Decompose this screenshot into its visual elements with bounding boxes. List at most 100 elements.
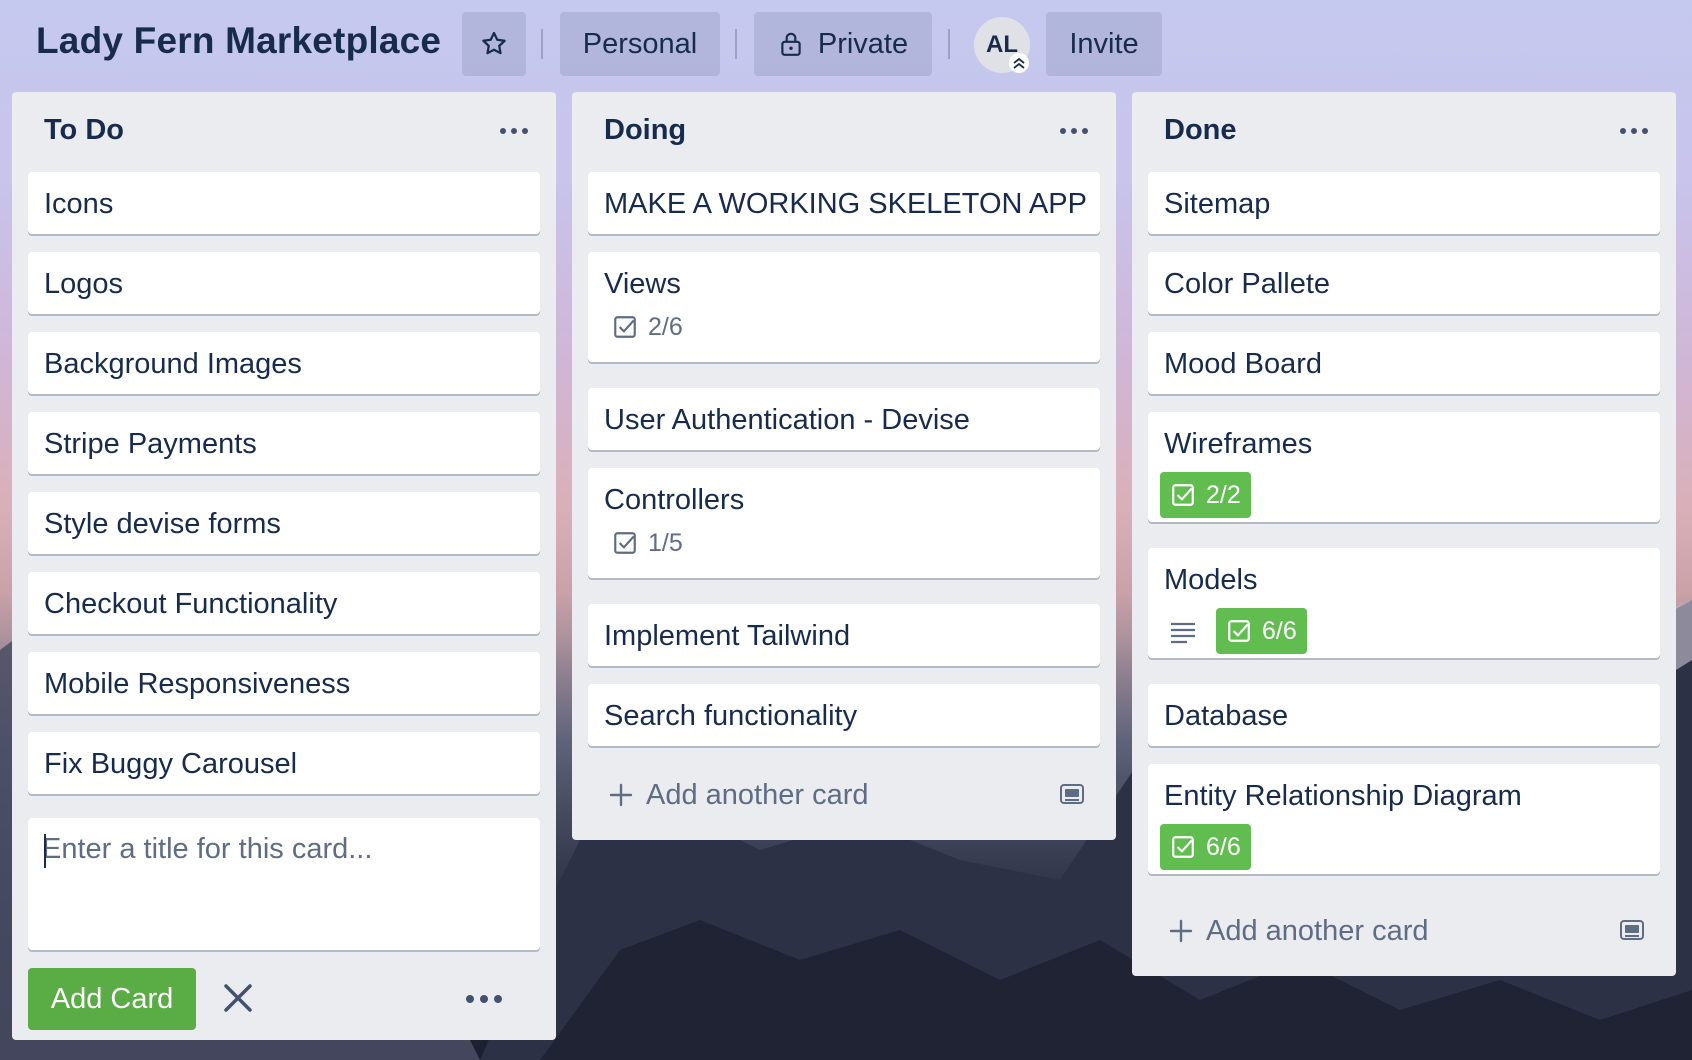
double-chevron-up-icon [1009,53,1029,73]
card-title: Entity Relationship Diagram [1164,780,1522,812]
card[interactable]: Entity Relationship Diagram 6/6 [1148,764,1660,874]
card[interactable]: Fix Buggy Carousel [28,732,540,794]
card-title: Controllers [604,484,745,516]
card[interactable]: Icons [28,172,540,234]
header-divider [948,29,950,59]
checklist-badge-complete: 6/6 [1216,608,1307,654]
checklist-icon [1172,484,1194,506]
card[interactable]: Search functionality [588,684,1100,746]
invite-label: Invite [1069,27,1139,60]
workspace-button[interactable]: Personal [560,12,720,76]
list-menu-button[interactable] [494,116,534,146]
checklist-count: 6/6 [1262,616,1297,645]
card-title: Search functionality [604,700,858,732]
more-horizontal-icon [500,128,528,134]
more-horizontal-icon[interactable] [462,984,506,1014]
card-title: Background Images [44,348,302,380]
list-menu-button[interactable] [1614,116,1654,146]
invite-button[interactable]: Invite [1046,12,1162,76]
add-another-card-label: Add another card [646,778,869,811]
card-title: Logos [44,268,124,300]
card[interactable]: Logos [28,252,540,314]
visibility-label: Private [817,27,909,60]
card[interactable]: MAKE A WORKING SKELETON APP [588,172,1100,234]
card[interactable]: Mobile Responsiveness [28,652,540,714]
checklist-badge-complete: 6/6 [1160,824,1251,870]
card-title: User Authentication - Devise [604,404,970,436]
card-title: MAKE A WORKING SKELETON APP [604,188,1087,220]
board-header: Lady Fern Marketplace Personal Private A… [0,0,1692,90]
visibility-button[interactable]: Private [754,12,932,76]
checklist-count: 2/6 [648,312,683,341]
card-title: Views [604,268,681,300]
header-divider [541,29,543,59]
add-card-button[interactable]: Add Card [28,968,196,1030]
card[interactable]: Database [1148,684,1660,746]
header-divider [735,29,737,59]
card[interactable]: Background Images [28,332,540,394]
close-icon[interactable] [218,978,258,1018]
list-title[interactable]: To Do [44,114,124,147]
checklist-badge-complete: 2/2 [1160,472,1251,518]
text-caret [44,834,46,868]
checklist-icon [614,532,636,554]
card[interactable]: Stripe Payments [28,412,540,474]
card[interactable]: User Authentication - Devise [588,388,1100,450]
card[interactable]: Models 6/6 [1148,548,1660,658]
card-title: Style devise forms [44,508,281,540]
card-title: Database [1164,700,1289,732]
card-title: Mobile Responsiveness [44,668,351,700]
add-card-button-label: Add Card [50,982,174,1015]
description-icon [1171,622,1195,644]
card-title: Implement Tailwind [604,620,851,652]
checklist-icon [1172,836,1194,858]
card[interactable]: Style devise forms [28,492,540,554]
lock-icon [781,32,801,56]
board-title[interactable]: Lady Fern Marketplace [36,20,441,62]
checklist-count: 1/5 [648,528,683,557]
card-title: Fix Buggy Carousel [44,748,298,780]
card[interactable]: Implement Tailwind [588,604,1100,666]
card-title: Wireframes [1164,428,1313,460]
add-another-card-button[interactable]: Add another card [1148,904,1660,958]
list-title[interactable]: Done [1164,114,1237,147]
card[interactable]: Wireframes 2/2 [1148,412,1660,522]
plus-icon [609,783,633,807]
star-icon [482,31,506,55]
card-title: Icons [44,188,114,220]
add-another-card-button[interactable]: Add another card [588,768,1100,822]
card[interactable]: Controllers 1/5 [588,468,1100,578]
card[interactable]: Mood Board [1148,332,1660,394]
card[interactable]: Color Pallete [1148,252,1660,314]
card[interactable]: Checkout Functionality [28,572,540,634]
list-menu-button[interactable] [1054,116,1094,146]
workspace-label: Personal [582,27,698,60]
card-title: Models [1164,564,1258,596]
checklist-badge: 2/6 [604,304,693,350]
card[interactable]: Sitemap [1148,172,1660,234]
card-title: Sitemap [1164,188,1271,220]
card-template-icon[interactable] [1058,780,1086,808]
plus-icon [1169,919,1193,943]
list-doing: Doing MAKE A WORKING SKELETON APP Views … [572,92,1116,840]
more-horizontal-icon [1620,128,1648,134]
more-horizontal-icon [1060,128,1088,134]
card-title: Stripe Payments [44,428,257,460]
card-title: Checkout Functionality [44,588,338,620]
checklist-badge: 1/5 [604,520,693,566]
add-another-card-label: Add another card [1206,914,1429,947]
card-composer [28,818,540,950]
star-button[interactable] [462,12,526,76]
card-title: Mood Board [1164,348,1322,380]
list-todo: To Do Icons Logos Background Images Stri… [12,92,556,1040]
checklist-icon [614,316,636,338]
card-template-icon[interactable] [1618,916,1646,944]
card-title: Color Pallete [1164,268,1331,300]
card[interactable]: Views 2/6 [588,252,1100,362]
checklist-icon [1228,620,1250,642]
checklist-count: 2/2 [1206,480,1241,509]
list-title[interactable]: Doing [604,114,686,147]
card-title-input[interactable] [42,832,526,936]
list-done: Done Sitemap Color Pallete Mood Board Wi… [1132,92,1676,976]
checklist-count: 6/6 [1206,832,1241,861]
